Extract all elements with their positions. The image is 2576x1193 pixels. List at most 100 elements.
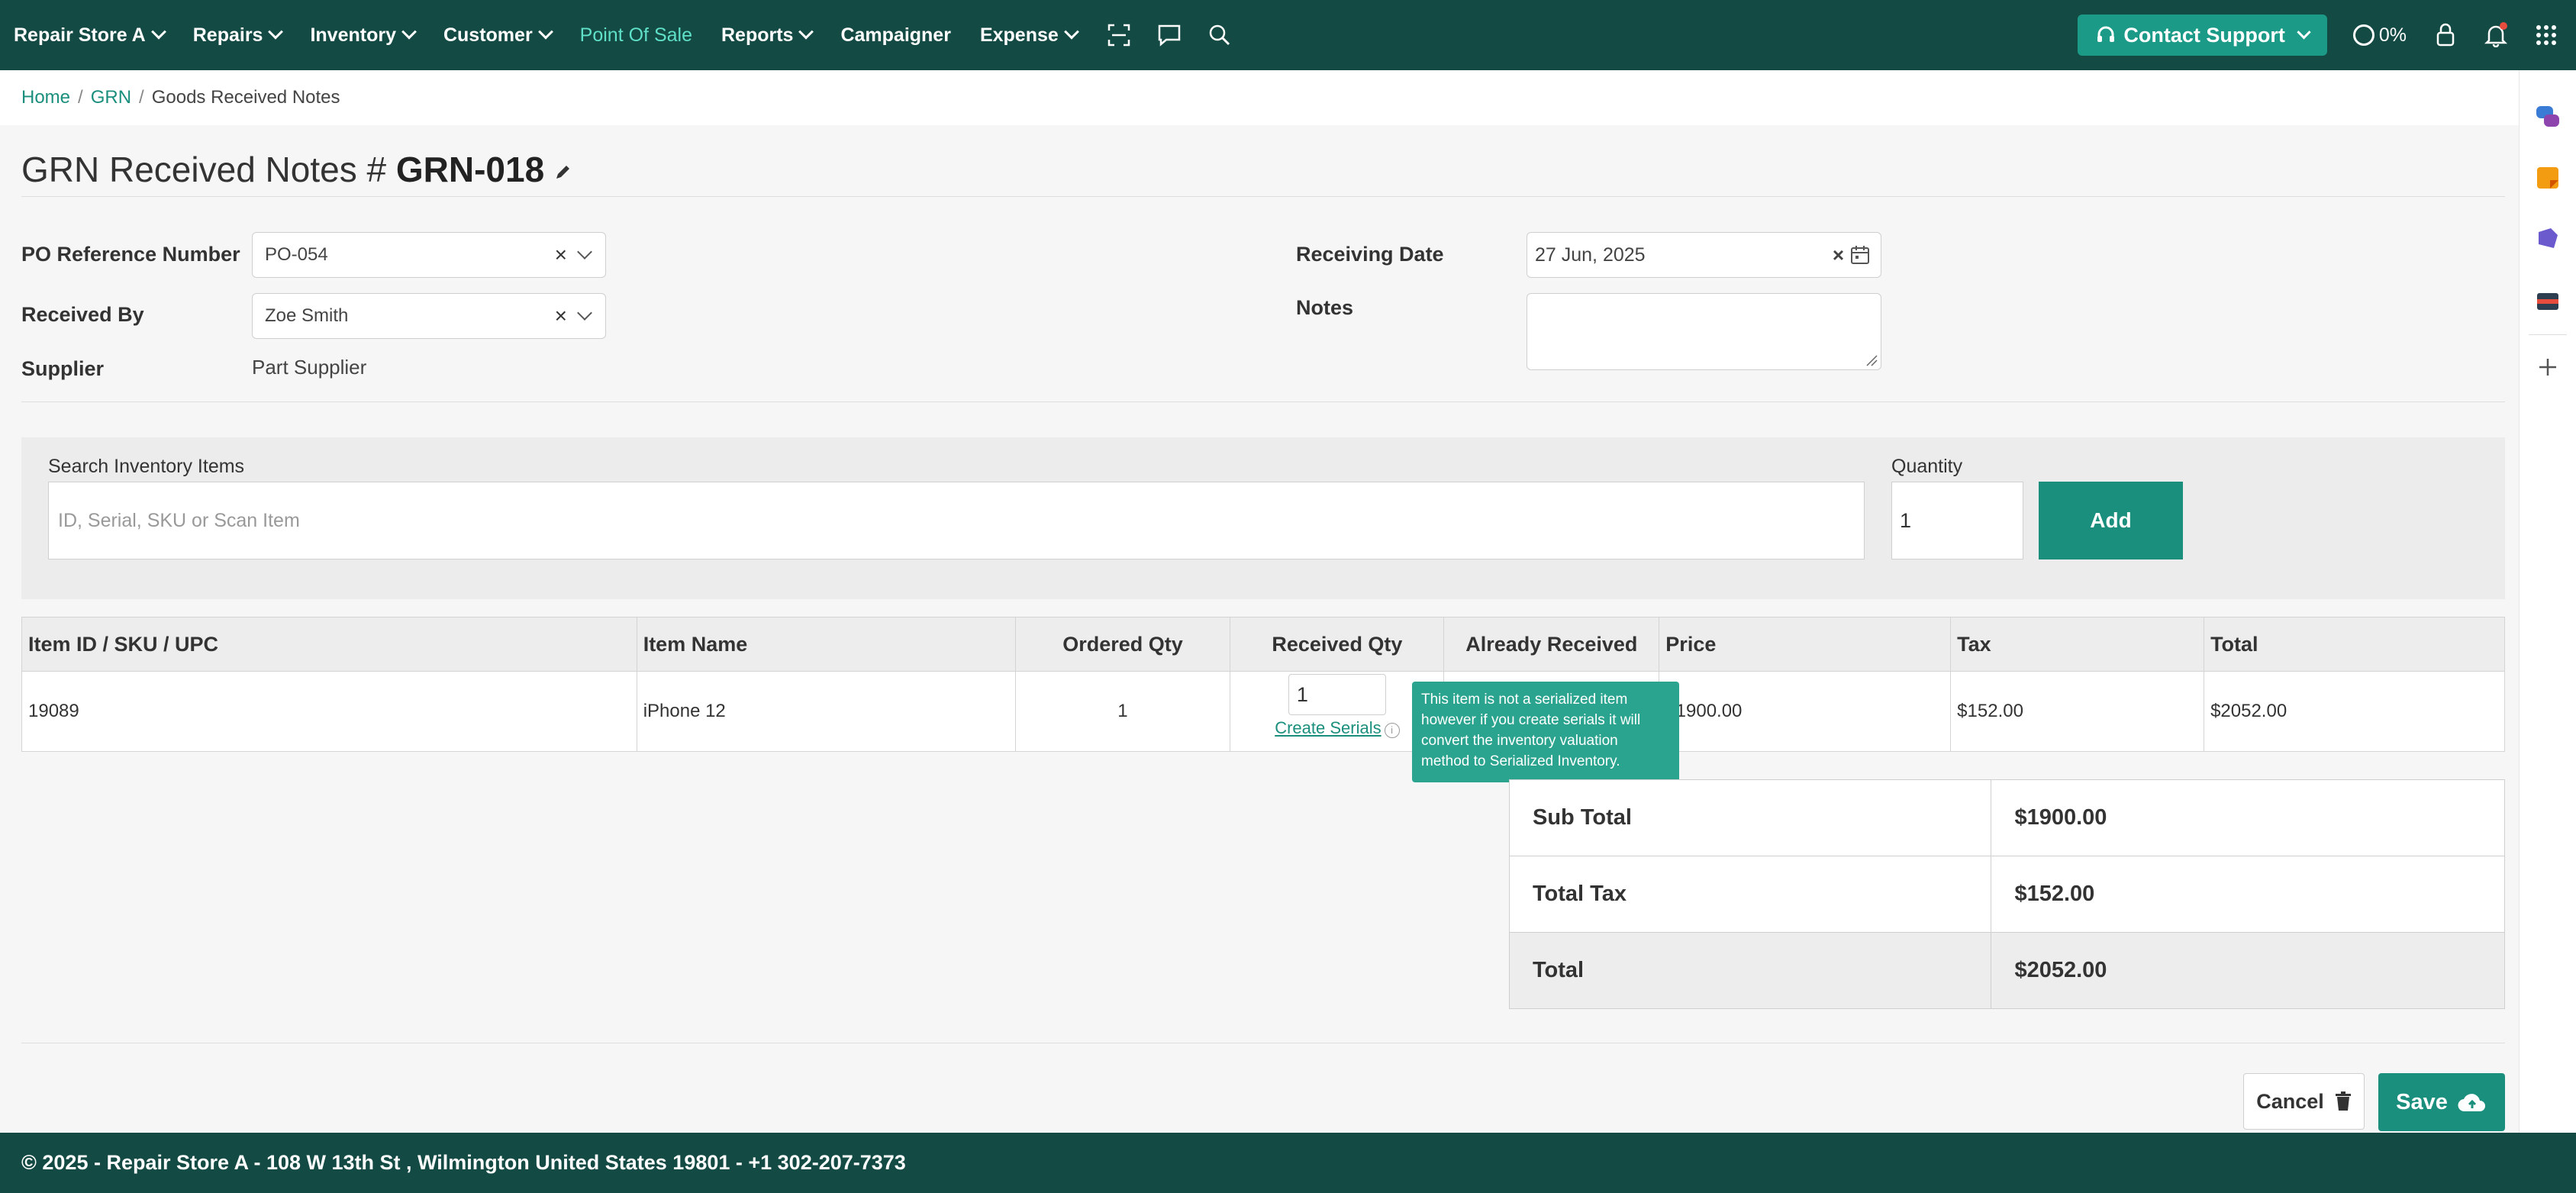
grand-total-label: Total xyxy=(1508,932,1992,1009)
nav-reports-menu[interactable]: Reports xyxy=(721,24,814,47)
briefcase-icon[interactable] xyxy=(2535,287,2561,313)
breadcrumb-grn[interactable]: GRN xyxy=(91,87,131,108)
supplier-value: Part Supplier xyxy=(252,356,367,379)
save-button[interactable]: Save xyxy=(2378,1073,2505,1131)
divider xyxy=(21,196,2505,197)
resize-handle-icon[interactable] xyxy=(1865,354,1878,366)
chat-icon[interactable] xyxy=(1156,22,1182,48)
save-label: Save xyxy=(2396,1089,2448,1114)
breadcrumb-current: Goods Received Notes xyxy=(151,87,340,108)
subtotal-value: $1900.00 xyxy=(1991,779,2505,856)
clear-icon[interactable]: × xyxy=(1833,243,1844,267)
col-already-received: Already Received xyxy=(1443,617,1660,672)
divider xyxy=(21,401,2505,402)
received-qty-input[interactable]: 1 xyxy=(1288,674,1386,715)
po-reference-label: PO Reference Number xyxy=(21,243,240,266)
col-price: Price xyxy=(1659,617,1952,672)
search-inventory-label: Search Inventory Items xyxy=(48,456,245,477)
chevron-down-icon xyxy=(1063,24,1079,40)
notes-label: Notes xyxy=(1296,296,1354,319)
nav-expense-menu[interactable]: Expense xyxy=(980,24,1079,47)
bell-icon[interactable] xyxy=(2483,22,2509,48)
col-ordered-qty: Ordered Qty xyxy=(1014,617,1231,672)
totals-table: Sub Total $1900.00 Total Tax $152.00 Tot… xyxy=(1508,779,2505,1009)
apps-grid-icon[interactable] xyxy=(2533,22,2559,48)
calendar-icon[interactable] xyxy=(1850,245,1870,265)
edit-pencil-icon[interactable] xyxy=(554,164,571,181)
lock-icon[interactable] xyxy=(2433,22,2458,48)
cell-tax: $152.00 xyxy=(1950,671,2205,752)
page-title: GRN Received Notes # GRN-018 xyxy=(21,149,571,190)
breadcrumb-home[interactable]: Home xyxy=(21,87,70,108)
quantity-input[interactable]: 1 xyxy=(1891,482,2023,559)
search-placeholder: ID, Serial, SKU or Scan Item xyxy=(58,509,300,531)
plus-icon[interactable] xyxy=(2535,354,2561,380)
nav-campaigner-label: Campaigner xyxy=(840,24,951,46)
chevron-down-icon xyxy=(798,24,814,40)
grn-code: GRN-018 xyxy=(395,150,545,189)
progress-circle-icon xyxy=(2352,24,2374,46)
contact-support-button[interactable]: Contact Support xyxy=(2078,15,2327,56)
nav-point-of-sale[interactable]: Point Of Sale xyxy=(580,24,692,47)
total-tax-row: Total Tax $152.00 xyxy=(1508,856,2505,933)
trash-icon xyxy=(2335,1091,2351,1111)
gem-icon[interactable] xyxy=(2535,226,2561,252)
nav-customer-menu[interactable]: Customer xyxy=(443,24,553,47)
clear-icon[interactable]: × xyxy=(555,243,567,267)
col-item-name: Item Name xyxy=(636,617,1016,672)
search-icon[interactable] xyxy=(1207,22,1233,48)
breadcrumb-separator: / xyxy=(139,87,144,108)
notification-dot xyxy=(2500,22,2507,30)
col-tax: Tax xyxy=(1950,617,2205,672)
table-row: 19089 iPhone 12 1 1 Create Serials i $190… xyxy=(21,671,2505,752)
nav-reports-label: Reports xyxy=(721,24,794,46)
grand-total-row: Total $2052.00 xyxy=(1508,932,2505,1009)
chat-bubble-icon[interactable] xyxy=(2535,104,2561,130)
chevron-down-icon[interactable] xyxy=(577,244,592,260)
receiving-date-field[interactable]: 27 Jun, 2025 × xyxy=(1527,232,1881,278)
col-received-qty: Received Qty xyxy=(1230,617,1445,672)
col-item-id: Item ID / SKU / UPC xyxy=(21,617,637,672)
chevron-down-icon xyxy=(2297,24,2311,39)
note-icon[interactable] xyxy=(2535,165,2561,191)
footer-text: © 2025 - Repair Store A - 108 W 13th St … xyxy=(21,1151,906,1174)
cell-ordered-qty: 1 xyxy=(1014,671,1231,752)
serialization-tooltip: This item is not a serialized item howev… xyxy=(1412,682,1679,782)
cloud-upload-icon xyxy=(2458,1094,2485,1112)
received-by-value: Zoe Smith xyxy=(265,305,349,326)
grand-total-value: $2052.00 xyxy=(1991,932,2505,1009)
rail-divider xyxy=(2529,334,2567,335)
nav-repairs-menu[interactable]: Repairs xyxy=(193,24,284,47)
col-total: Total xyxy=(2204,617,2505,672)
nav-inventory-label: Inventory xyxy=(310,24,396,46)
nav-customer-label: Customer xyxy=(443,24,533,46)
search-inventory-input[interactable]: ID, Serial, SKU or Scan Item xyxy=(48,482,1865,559)
nav-campaigner[interactable]: Campaigner xyxy=(840,24,950,47)
cell-price: $1900.00 xyxy=(1659,671,1952,752)
breadcrumb: Home / GRN / Goods Received Notes xyxy=(0,70,2519,125)
table-header-row: Item ID / SKU / UPC Item Name Ordered Qt… xyxy=(21,617,2505,672)
notes-textarea[interactable] xyxy=(1527,293,1881,370)
info-icon[interactable]: i xyxy=(1384,723,1400,738)
received-by-select[interactable]: Zoe Smith × xyxy=(252,293,606,339)
quantity-label: Quantity xyxy=(1891,456,1963,477)
page-title-prefix: GRN Received Notes # xyxy=(21,150,396,189)
items-table: Item ID / SKU / UPC Item Name Ordered Qt… xyxy=(21,617,2505,752)
chevron-down-icon[interactable] xyxy=(577,305,592,321)
chevron-down-icon xyxy=(537,24,553,40)
progress-label: 0% xyxy=(2378,24,2407,46)
top-navbar: Repair Store A Repairs Inventory Custome… xyxy=(0,0,2576,70)
progress-indicator[interactable]: 0% xyxy=(2352,24,2407,47)
breadcrumb-separator: / xyxy=(78,87,83,108)
chevron-down-icon xyxy=(268,24,284,40)
po-reference-select[interactable]: PO-054 × xyxy=(252,232,606,278)
nav-store-menu[interactable]: Repair Store A xyxy=(14,24,166,47)
clear-icon[interactable]: × xyxy=(555,304,567,328)
nav-inventory-menu[interactable]: Inventory xyxy=(310,24,417,47)
cell-item-id: 19089 xyxy=(21,671,637,752)
supplier-label: Supplier xyxy=(21,357,105,380)
cancel-button[interactable]: Cancel xyxy=(2243,1073,2365,1130)
scan-icon[interactable] xyxy=(1106,22,1132,48)
add-button[interactable]: Add xyxy=(2039,482,2183,559)
chevron-down-icon xyxy=(150,24,166,40)
